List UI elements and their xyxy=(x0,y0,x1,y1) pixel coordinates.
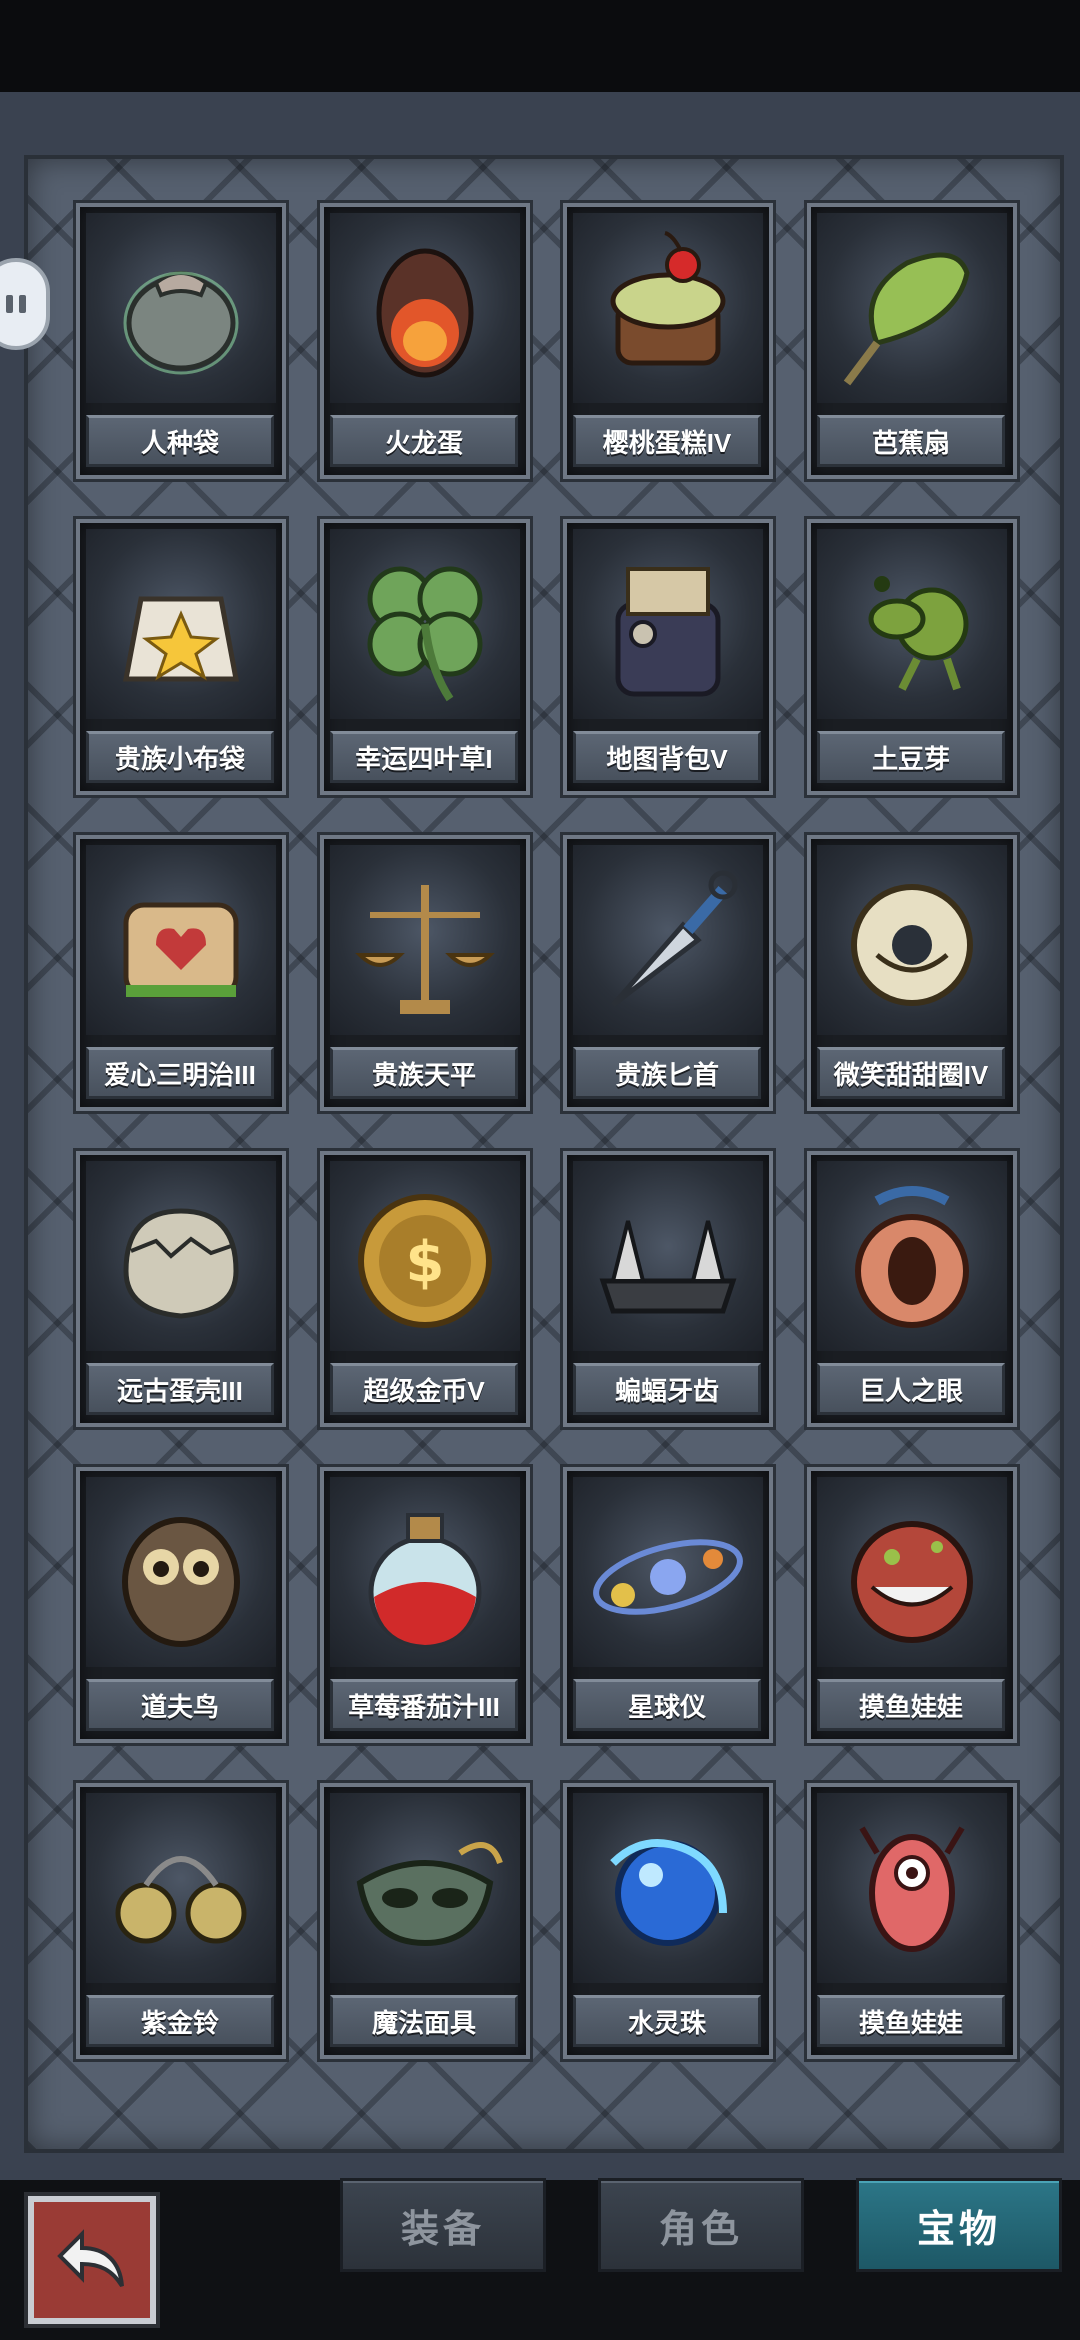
treasure-slot[interactable]: 草莓番茄汁III xyxy=(320,1467,530,1743)
treasure-label: 水灵珠 xyxy=(573,1995,761,2047)
treasure-slot[interactable]: 樱桃蛋糕IV xyxy=(563,203,773,479)
treasure-label: 摸鱼娃娃 xyxy=(817,1995,1005,2047)
super-gold-coin-icon: $ xyxy=(330,1161,520,1351)
treasure-label: 摸鱼娃娃 xyxy=(817,1679,1005,1731)
treasure-slot[interactable]: 贵族天平 xyxy=(320,835,530,1111)
tab-equipment-label: 装备 xyxy=(400,2208,485,2251)
treasure-slot[interactable]: 摸鱼娃娃 xyxy=(807,1783,1017,2059)
treasure-slot[interactable]: 爱心三明治III xyxy=(76,835,286,1111)
banana-leaf-fan-icon xyxy=(817,213,1007,403)
treasure-slot[interactable]: 火龙蛋 xyxy=(320,203,530,479)
treasure-label: 幸运四叶草I xyxy=(330,731,518,783)
treasure-slot[interactable]: 远古蛋壳III xyxy=(76,1151,286,1427)
side-handle[interactable] xyxy=(0,258,50,350)
treasure-label: 草莓番茄汁III xyxy=(330,1679,518,1731)
svg-text:$: $ xyxy=(406,1230,445,1295)
treasure-label: 樱桃蛋糕IV xyxy=(573,415,761,467)
four-leaf-clover-icon xyxy=(330,529,520,719)
seed-bag-icon xyxy=(86,213,276,403)
treasure-label: 巨人之眼 xyxy=(817,1363,1005,1415)
treasure-slot[interactable]: 人种袋 xyxy=(76,203,286,479)
tab-character-label: 角色 xyxy=(658,2208,743,2251)
tab-character[interactable]: 角色 xyxy=(598,2178,804,2272)
pink-doll-icon xyxy=(817,1793,1007,1983)
cherry-cake-icon xyxy=(573,213,763,403)
treasure-label: 贵族小布袋 xyxy=(86,731,274,783)
treasure-slot[interactable]: 紫金铃 xyxy=(76,1783,286,2059)
map-backpack-icon xyxy=(573,529,763,719)
treasure-slot[interactable]: 幸运四叶草I xyxy=(320,519,530,795)
magic-mask-icon xyxy=(330,1793,520,1983)
tab-treasure[interactable]: 宝物 xyxy=(856,2178,1062,2272)
treasure-slot[interactable]: 芭蕉扇 xyxy=(807,203,1017,479)
water-spirit-orb-icon xyxy=(573,1793,763,1983)
giant-eye-icon xyxy=(817,1161,1007,1351)
treasure-label: 爱心三明治III xyxy=(86,1047,274,1099)
treasure-slot[interactable]: 魔法面具 xyxy=(320,1783,530,2059)
noble-scales-icon xyxy=(330,845,520,1035)
treasure-slot[interactable]: 摸鱼娃娃 xyxy=(807,1467,1017,1743)
treasure-slot[interactable]: $ 超级金币V xyxy=(320,1151,530,1427)
orrery-icon xyxy=(573,1477,763,1667)
treasure-slot[interactable]: 蝙蝠牙齿 xyxy=(563,1151,773,1427)
treasure-label: 微笑甜甜圈IV xyxy=(817,1047,1005,1099)
treasure-slot[interactable]: 微笑甜甜圈IV xyxy=(807,835,1017,1111)
treasure-label: 芭蕉扇 xyxy=(817,415,1005,467)
treasure-slot[interactable]: 水灵珠 xyxy=(563,1783,773,2059)
purple-gold-bell-icon xyxy=(86,1793,276,1983)
treasure-label: 土豆芽 xyxy=(817,731,1005,783)
treasure-label: 星球仪 xyxy=(573,1679,761,1731)
treasure-label: 人种袋 xyxy=(86,415,274,467)
smile-donut-icon xyxy=(817,845,1007,1035)
treasure-slot[interactable]: 土豆芽 xyxy=(807,519,1017,795)
strawberry-tomato-juice-icon xyxy=(330,1477,520,1667)
heart-sandwich-icon xyxy=(86,845,276,1035)
bat-teeth-icon xyxy=(573,1161,763,1351)
treasure-label: 超级金币V xyxy=(330,1363,518,1415)
treasure-label: 地图背包V xyxy=(573,731,761,783)
status-bar xyxy=(0,0,1080,92)
pause-icon xyxy=(3,295,29,313)
treasure-slot[interactable]: 地图背包V xyxy=(563,519,773,795)
treasure-slot[interactable]: 星球仪 xyxy=(563,1467,773,1743)
treasure-label: 蝙蝠牙齿 xyxy=(573,1363,761,1415)
treasure-label: 魔法面具 xyxy=(330,1995,518,2047)
treasure-label: 贵族天平 xyxy=(330,1047,518,1099)
back-arrow-icon xyxy=(57,2229,124,2288)
treasure-label: 远古蛋壳III xyxy=(86,1363,274,1415)
noble-dagger-icon xyxy=(573,845,763,1035)
back-button[interactable] xyxy=(28,2196,156,2324)
treasure-label: 贵族匕首 xyxy=(573,1047,761,1099)
treasure-slot[interactable]: 贵族小布袋 xyxy=(76,519,286,795)
treasure-panel: 人种袋 火龙蛋 樱桃蛋糕IV 芭蕉扇贵族小布袋 幸运四叶草I 地图背包V 土豆芽爱心三明治I… xyxy=(24,155,1064,2153)
noble-cloth-bag-icon xyxy=(86,529,276,719)
tab-treasure-label: 宝物 xyxy=(916,2208,1001,2251)
treasure-slot[interactable]: 道夫鸟 xyxy=(76,1467,286,1743)
fire-dragon-egg-icon xyxy=(330,213,520,403)
treasure-label: 道夫鸟 xyxy=(86,1679,274,1731)
treasure-label: 火龙蛋 xyxy=(330,415,518,467)
ancient-eggshell-icon xyxy=(86,1161,276,1351)
slacker-doll-icon xyxy=(817,1477,1007,1667)
treasure-label: 紫金铃 xyxy=(86,1995,274,2047)
owl-bird-icon xyxy=(86,1477,276,1667)
treasure-slot[interactable]: 贵族匕首 xyxy=(563,835,773,1111)
tab-equipment[interactable]: 装备 xyxy=(340,2178,546,2272)
treasure-slot[interactable]: 巨人之眼 xyxy=(807,1151,1017,1427)
potato-sprout-icon xyxy=(817,529,1007,719)
